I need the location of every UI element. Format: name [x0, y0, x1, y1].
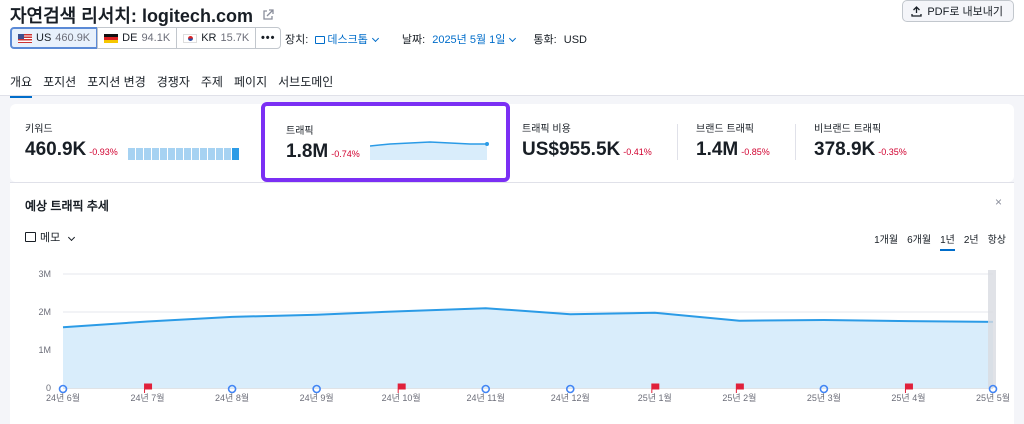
currency-value: USD [563, 34, 587, 46]
date-label: 날짜: [401, 34, 426, 46]
x-tick-label: 25년 4월 [891, 392, 925, 403]
desktop-icon [315, 36, 326, 44]
page-title: 자연검색 리서치: logitech.com [10, 2, 274, 28]
database-code: KR [201, 32, 217, 44]
x-tick-label: 25년 5월 [976, 392, 1010, 403]
y-tick-label: 3M [38, 269, 51, 279]
traffic-trend-panel: 예상 트래픽 추세 × 메모 1개월 6개월 1년 2년 항상 0 1M 2M 3M 2… [10, 182, 1014, 424]
x-tick-label: 24년 10월 [382, 392, 421, 403]
device-value: 데스크톱 [327, 34, 368, 46]
metric-label: 브랜드 트래픽 [696, 124, 754, 135]
domain-link[interactable]: logitech.com [142, 6, 253, 26]
metric-change: -0.85% [741, 147, 770, 157]
kr-flag-icon [183, 33, 198, 43]
x-tick-label: 24년 8월 [215, 392, 249, 403]
metric-value: 460.9K [25, 139, 87, 160]
database-selector: US 460.9K DE 94.1K KR 15.7K ••• [10, 27, 282, 49]
x-tick-label: 24년 12월 [551, 392, 590, 403]
note-flag-icon [397, 383, 406, 393]
database-kr-button[interactable]: KR 15.7K [176, 27, 257, 49]
metric-change: -0.41% [623, 147, 652, 157]
metric-value: 1.8M [286, 141, 329, 162]
hover-cursor-bar [988, 270, 996, 388]
x-tick-label: 25년 2월 [722, 392, 756, 403]
x-tick-label: 24년 6월 [46, 392, 80, 403]
y-tick-label: 0 [46, 383, 51, 393]
metric-divider [795, 124, 796, 160]
database-code: DE [122, 32, 138, 44]
database-code: US [36, 32, 52, 44]
y-tick-label: 2M [38, 307, 51, 317]
page-title-label: 자연검색 리서치: [10, 6, 137, 26]
header-divider [0, 95, 1024, 96]
note-flag-icon [735, 383, 744, 393]
metric-label: 트래픽 [286, 126, 314, 137]
metric-change: -0.35% [878, 147, 907, 157]
y-tick-label: 1M [38, 345, 51, 355]
date-filter[interactable]: 날짜: 2025년 5월 1일 [401, 31, 517, 47]
database-value: 460.9K [55, 32, 91, 44]
database-de-button[interactable]: DE 94.1K [97, 27, 178, 49]
metric-nonbrand-traffic[interactable]: 비브랜드 트래픽 378.9K -0.35% [814, 120, 907, 161]
database-us-button[interactable]: US 460.9K [10, 27, 99, 49]
device-filter[interactable]: 장치: 데스크톱 [285, 31, 379, 47]
metrics-panel: 키워드 460.9K -0.93% 트래픽 비용 US$955.5K -0.41% … [10, 104, 1014, 182]
database-value: 94.1K [141, 32, 171, 44]
note-flag-icon [144, 383, 153, 393]
metric-change: -0.93% [89, 147, 118, 157]
note-flag-icon [904, 383, 913, 393]
traffic-sparkline [370, 141, 489, 160]
date-value: 2025년 5월 1일 [432, 34, 506, 46]
x-tick-label: 24년 7월 [131, 392, 165, 403]
currency-info: 통화: USD [533, 31, 587, 47]
x-tick-label: 25년 3월 [807, 392, 841, 403]
metric-brand-traffic[interactable]: 브랜드 트래픽 1.4M -0.85% [696, 120, 770, 161]
metric-keywords[interactable]: 키워드 460.9K -0.93% [25, 120, 118, 161]
header-area: 자연검색 리서치: logitech.com PDF로 내보내기 US 460.… [0, 0, 1024, 98]
more-databases-button[interactable]: ••• [255, 27, 282, 49]
database-value: 15.7K [220, 32, 250, 44]
x-tick-label: 25년 1월 [638, 392, 672, 403]
us-flag-icon [18, 33, 32, 43]
upload-icon [911, 5, 922, 17]
metric-label: 키워드 [25, 124, 53, 135]
x-tick-label: 24년 11월 [467, 392, 505, 403]
metric-value: 1.4M [696, 139, 739, 160]
metric-value: US$955.5K [522, 139, 621, 160]
metric-change: -0.74% [331, 149, 360, 159]
de-flag-icon [104, 33, 119, 43]
metric-traffic-cost[interactable]: 트래픽 비용 US$955.5K -0.41% [522, 120, 652, 161]
keyword-trend-bars [128, 148, 239, 160]
currency-label: 통화: [533, 34, 557, 46]
metric-value: 378.9K [814, 139, 876, 160]
x-tick-label: 24년 9월 [300, 392, 334, 403]
external-link-icon[interactable] [262, 9, 274, 21]
traffic-trend-chart: 0 1M 2M 3M 24년 6월 24년 7월 24년 8월 24년 9월 24년 10월 24… [38, 269, 1010, 403]
metric-traffic: 트래픽 1.8M -0.74% [286, 122, 360, 163]
export-pdf-label: PDF로 내보내기 [927, 6, 1003, 18]
metric-label: 트래픽 비용 [522, 124, 571, 135]
metric-divider [677, 124, 678, 160]
metric-label: 비브랜드 트래픽 [814, 124, 882, 135]
note-flag-icon [651, 383, 660, 393]
chevron-down-icon [509, 34, 517, 43]
filter-bar: 장치: 데스크톱 날짜: 2025년 5월 1일 통화: USD [285, 31, 587, 47]
chevron-down-icon [371, 34, 379, 43]
device-label: 장치: [285, 34, 309, 46]
traffic-metric-highlight[interactable]: 트래픽 1.8M -0.74% [261, 102, 510, 182]
export-pdf-button[interactable]: PDF로 내보내기 [902, 0, 1014, 22]
